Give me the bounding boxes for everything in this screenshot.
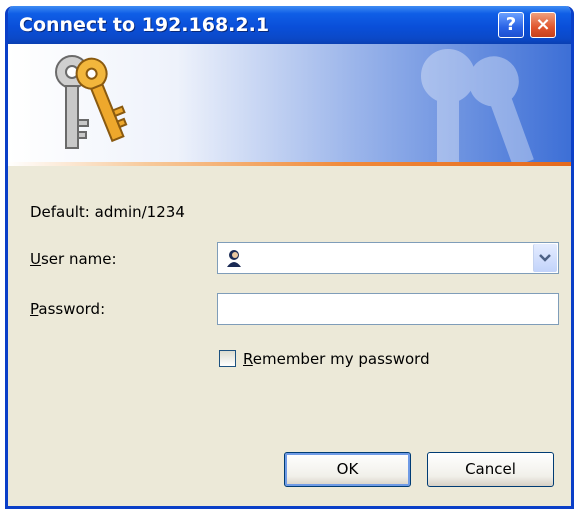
keys-icon — [55, 55, 128, 149]
username-combobox[interactable] — [217, 242, 559, 274]
default-credentials-hint: Default: admin/1234 — [30, 203, 185, 221]
password-input[interactable] — [217, 293, 559, 325]
keys-watermark-icon — [421, 49, 534, 162]
ok-button[interactable]: OK — [284, 452, 411, 487]
dialog-title: Connect to 192.168.2.1 — [19, 14, 270, 36]
close-button[interactable]: × — [530, 12, 556, 38]
username-dropdown-button[interactable] — [533, 244, 557, 272]
password-label: Password: — [30, 300, 106, 318]
banner — [8, 44, 571, 162]
remember-password-label[interactable]: Remember my password — [243, 350, 430, 368]
login-dialog: Connect to 192.168.2.1 ? × Default: admi… — [5, 6, 574, 509]
help-button[interactable]: ? — [498, 12, 524, 38]
remember-password-checkbox[interactable] — [219, 350, 236, 367]
title-bar[interactable]: Connect to 192.168.2.1 ? × — [8, 6, 571, 44]
cancel-button[interactable]: Cancel — [427, 452, 554, 487]
user-icon — [227, 250, 241, 267]
banner-divider — [8, 162, 571, 166]
username-label: User name: — [30, 250, 117, 268]
chevron-down-icon — [539, 254, 551, 262]
